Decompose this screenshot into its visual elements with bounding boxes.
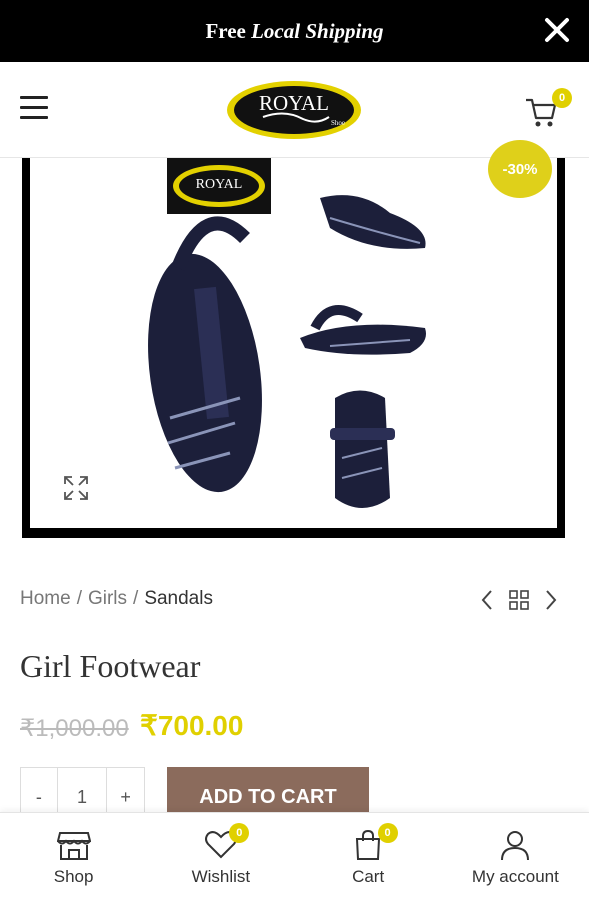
expand-icon[interactable] [62,474,90,502]
breadcrumb-separator: / [133,588,139,609]
brand-logo[interactable]: ROYAL Shoe [225,79,363,141]
promo-italic: Local Shipping [251,18,384,43]
menu-icon[interactable] [20,96,48,120]
user-icon [501,831,530,861]
breadcrumb-sandals: Sandals [144,588,213,609]
svg-text:ROYAL: ROYAL [196,177,243,192]
header-cart-button[interactable]: 0 [524,88,574,132]
promo-text: Free Local Shipping [205,19,383,44]
sale-badge: -30% [488,140,552,198]
svg-text:ROYAL: ROYAL [259,91,329,115]
promo-bar: Free Local Shipping [0,0,589,62]
site-header: ROYAL Shoe 0 [0,62,589,158]
tab-wishlist[interactable]: 0 Wishlist [147,813,294,900]
cart-tab-count-badge: 0 [377,823,398,843]
tab-wishlist-label: Wishlist [191,867,251,886]
tab-shop-label: Shop [53,867,94,886]
tab-cart-label: Cart [352,867,385,886]
bottom-tab-bar: Shop 0 Wishlist 0 Cart My account [0,812,589,900]
breadcrumb: Home / Girls / Sandals [20,588,213,610]
sale-price: ₹700.00 [140,710,244,741]
svg-text:Shoe: Shoe [331,119,345,127]
prev-product-icon[interactable] [481,590,492,610]
product-nav [481,590,557,610]
tab-account[interactable]: My account [442,813,589,900]
original-price: ₹1,000.00 [20,715,129,742]
next-product-icon[interactable] [546,590,557,610]
cart-count-badge: 0 [552,88,572,108]
grid-icon[interactable] [509,590,529,610]
tab-shop[interactable]: Shop [0,813,147,900]
store-icon [56,832,91,860]
breadcrumb-separator: / [76,588,82,609]
product-image[interactable]: ROYAL [22,158,565,538]
tab-account-label: My account [471,867,559,886]
product-title: Girl Footwear [20,648,201,684]
wishlist-count-badge: 0 [229,823,250,843]
close-icon[interactable] [541,14,573,46]
breadcrumb-home[interactable]: Home [20,588,71,610]
tab-cart[interactable]: 0 Cart [295,813,442,900]
promo-bold: Free [205,18,246,43]
sandal-image: ROYAL [148,158,426,508]
breadcrumb-girls[interactable]: Girls [88,588,127,610]
